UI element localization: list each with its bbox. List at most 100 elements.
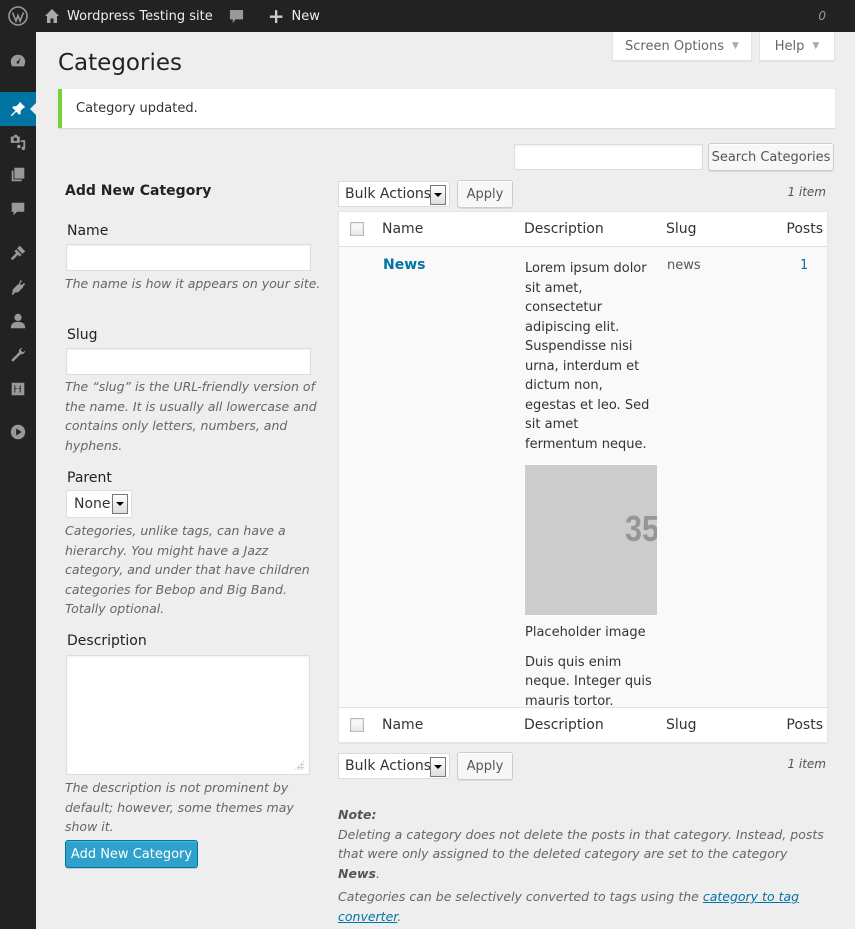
category-description-textarea[interactable] bbox=[66, 655, 310, 775]
column-footer-posts[interactable]: Posts bbox=[786, 717, 823, 733]
appearance-brush-icon bbox=[10, 245, 26, 261]
admin-menu bbox=[0, 32, 36, 929]
slug-label: Slug bbox=[67, 327, 98, 343]
new-label: New bbox=[291, 8, 320, 24]
category-name-field[interactable] bbox=[66, 244, 311, 271]
apply-button-top[interactable]: Apply bbox=[457, 180, 513, 208]
dropdown-arrow-icon bbox=[430, 757, 446, 777]
table-footer: Name Description Slug Posts bbox=[339, 707, 827, 742]
screen-options-button[interactable]: Screen Options ▼ bbox=[612, 32, 752, 61]
site-name: Wordpress Testing site bbox=[67, 8, 213, 24]
table-row: News Lorem ipsum dolor sit amet, consect… bbox=[339, 248, 827, 709]
plugins-icon bbox=[11, 279, 26, 296]
comments-link[interactable]: 0 bbox=[221, 0, 826, 32]
menu-posts[interactable] bbox=[0, 92, 36, 126]
comment-icon bbox=[229, 9, 243, 23]
menu-appearance[interactable] bbox=[0, 236, 36, 270]
wordpress-logo-icon bbox=[8, 6, 28, 26]
description-label: Description bbox=[67, 633, 147, 649]
search-categories-input[interactable] bbox=[514, 144, 703, 170]
column-header-name[interactable]: Name bbox=[382, 221, 423, 237]
comments-icon bbox=[11, 202, 25, 216]
menu-pages[interactable] bbox=[0, 158, 36, 192]
dashboard-icon bbox=[10, 54, 26, 67]
placeholder-image: 35 bbox=[525, 465, 657, 615]
menu-comments[interactable] bbox=[0, 192, 36, 226]
slug-help-text: The “slug” is the URL-friendly version o… bbox=[65, 379, 317, 453]
triangle-down-icon: ▼ bbox=[812, 41, 820, 51]
users-icon bbox=[10, 313, 26, 329]
page-title: Categories bbox=[58, 50, 182, 76]
triangle-down-icon: ▼ bbox=[732, 41, 739, 51]
converter-text: Categories can be selectively converted … bbox=[338, 889, 703, 904]
plus-icon: + bbox=[267, 4, 285, 28]
bulk-actions-value: Bulk Actions bbox=[345, 758, 432, 774]
select-all-checkbox[interactable] bbox=[350, 222, 364, 236]
apply-button-bottom[interactable]: Apply bbox=[457, 752, 513, 780]
default-category-name: News bbox=[338, 865, 376, 881]
column-footer-slug[interactable]: Slug bbox=[666, 717, 697, 733]
items-count-bottom: 1 item bbox=[787, 757, 826, 771]
menu-media-player[interactable] bbox=[0, 415, 36, 449]
name-label: Name bbox=[67, 223, 109, 239]
menu-dashboard[interactable] bbox=[0, 44, 36, 78]
tools-wrench-icon bbox=[11, 347, 26, 362]
parent-label: Parent bbox=[67, 470, 112, 486]
pin-icon bbox=[10, 101, 26, 117]
bulk-actions-select-top[interactable]: Bulk Actions bbox=[338, 181, 450, 207]
parent-selected-value: None bbox=[74, 496, 111, 512]
converter-punctuation: . bbox=[397, 908, 402, 924]
notice-text: Category updated. bbox=[76, 101, 198, 116]
dropdown-arrow-icon bbox=[430, 185, 446, 205]
admin-bar: Wordpress Testing site 0 + New bbox=[0, 0, 855, 32]
add-new-category-heading: Add New Category bbox=[65, 183, 212, 199]
bulk-actions-value: Bulk Actions bbox=[345, 186, 432, 202]
wordpress-logo-menu[interactable] bbox=[0, 0, 36, 32]
media-icon bbox=[10, 134, 26, 151]
description-paragraph: Lorem ipsum dolor sit amet, consectetur … bbox=[525, 261, 650, 452]
name-help-text: The name is how it appears on your site. bbox=[65, 276, 321, 291]
help-label: Help bbox=[774, 38, 805, 54]
category-posts-count-link[interactable]: 1 bbox=[800, 258, 808, 273]
description-help-text: The description is not prominent by defa… bbox=[65, 780, 294, 834]
resize-grip-icon[interactable] bbox=[294, 760, 304, 770]
menu-users[interactable] bbox=[0, 304, 36, 338]
select-all-checkbox-footer[interactable] bbox=[350, 718, 364, 732]
delete-note: Note: Deleting a category does not delet… bbox=[338, 805, 828, 926]
column-footer-name[interactable]: Name bbox=[382, 717, 423, 733]
menu-tools[interactable] bbox=[0, 338, 36, 372]
site-name-link[interactable]: Wordpress Testing site bbox=[36, 0, 221, 32]
pages-icon bbox=[11, 167, 25, 182]
bulk-actions-select-bottom[interactable]: Bulk Actions bbox=[338, 753, 450, 779]
note-heading: Note: bbox=[338, 807, 377, 822]
search-categories-button[interactable]: Search Categories bbox=[708, 143, 834, 171]
dropdown-arrow-icon bbox=[112, 494, 128, 514]
help-button[interactable]: Help ▼ bbox=[759, 32, 835, 61]
screen-options-label: Screen Options bbox=[625, 38, 725, 54]
menu-media[interactable] bbox=[0, 125, 36, 159]
category-slug-field[interactable] bbox=[66, 348, 311, 375]
column-header-slug[interactable]: Slug bbox=[666, 221, 697, 237]
categories-table: Name Description Slug Posts News Lorem i… bbox=[338, 211, 828, 743]
column-header-posts[interactable]: Posts bbox=[786, 221, 823, 237]
column-header-description[interactable]: Description bbox=[524, 221, 604, 237]
column-footer-description[interactable]: Description bbox=[524, 717, 604, 733]
success-notice: Category updated. bbox=[58, 89, 835, 128]
table-header: Name Description Slug Posts bbox=[339, 212, 827, 247]
category-name-link[interactable]: News bbox=[383, 257, 425, 273]
new-content-menu[interactable]: + New bbox=[260, 0, 328, 32]
menu-plugins[interactable] bbox=[0, 270, 36, 304]
note-punctuation: . bbox=[375, 865, 380, 881]
menu-settings[interactable] bbox=[0, 372, 36, 406]
parent-help-text: Categories, unlike tags, can have a hier… bbox=[65, 523, 310, 616]
placeholder-image-text: 35 bbox=[624, 508, 657, 549]
parent-category-select[interactable]: None bbox=[66, 490, 132, 518]
settings-sliders-icon bbox=[11, 382, 25, 396]
home-icon bbox=[45, 9, 59, 23]
comments-count: 0 bbox=[818, 9, 826, 23]
items-count-top: 1 item bbox=[787, 185, 826, 199]
add-new-category-button[interactable]: Add New Category bbox=[65, 840, 198, 868]
image-caption: Placeholder image bbox=[525, 625, 646, 640]
description-paragraph: Duis quis enim neque. Integer quis mauri… bbox=[525, 654, 652, 709]
note-text: Deleting a category does not delete the … bbox=[338, 826, 824, 862]
